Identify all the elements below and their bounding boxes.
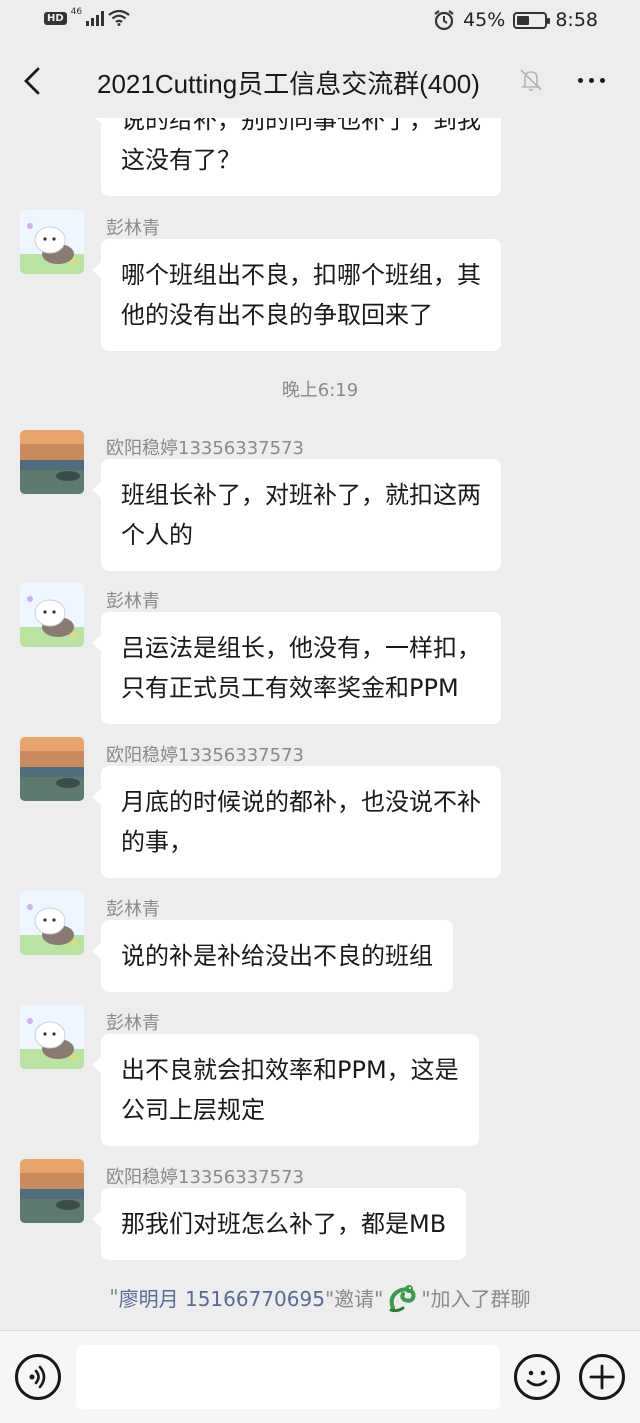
message-line: 哪个班组出不良，扣哪个班组，其: [121, 261, 481, 289]
quote-mark: ": [109, 1285, 119, 1309]
wifi-icon: [108, 10, 130, 26]
more-functions-button[interactable]: [579, 1354, 625, 1400]
emoji-icon: [526, 1370, 548, 1387]
more-options-icon[interactable]: [578, 78, 605, 83]
invite-text: "邀请": [324, 1286, 384, 1311]
signal-icon: [86, 10, 105, 26]
message-line: 说的给补，别的同事也补了，到我: [121, 118, 481, 134]
back-arrow-icon[interactable]: [18, 66, 48, 96]
status-left: HD 46: [44, 7, 130, 26]
message-line: 这没有了？: [121, 146, 241, 174]
mute-bell-icon: [520, 69, 542, 91]
system-message: " 廖明月 15166770695 "邀请" "加入了群聊: [0, 1280, 640, 1314]
cat-avatar[interactable]: [20, 583, 84, 647]
message-bubble[interactable]: 月底的时候说的都补，也没说不补 的事，: [92, 766, 501, 878]
message-line: 只有正式员工有效率奖金和PPM: [121, 674, 459, 702]
timestamp: 晚上6:19: [281, 380, 359, 401]
cat-avatar[interactable]: [20, 210, 84, 274]
message-bubble[interactable]: 班组长补了，对班补了，就扣这两 个人的: [92, 459, 501, 571]
message-line: 的事，: [121, 828, 193, 856]
message-line: 说的补是补给没出不良的班组: [121, 942, 433, 970]
message-list[interactable]: 说的给补，别的同事也补了，到我 这没有了？ 彭林青 哪个班组出不良，扣哪个班组，…: [0, 118, 640, 1330]
sunset-avatar[interactable]: [20, 430, 84, 494]
clock: 8:58: [555, 9, 598, 31]
joined-text: "加入了群聊: [421, 1286, 531, 1311]
message-line: 那我们对班怎么补了，都是MB: [121, 1210, 447, 1238]
voice-input-button[interactable]: [15, 1354, 61, 1400]
chat-title: 2021Cutting员工信息交流群(400): [97, 69, 480, 99]
cat-avatar[interactable]: [20, 891, 84, 955]
message-line: 个人的: [121, 521, 193, 549]
message-line: 班组长补了，对班补了，就扣这两: [121, 481, 481, 509]
message-line: 月底的时候说的都补，也没说不补: [121, 788, 481, 816]
cat-avatar[interactable]: [20, 1005, 84, 1069]
sender-name: 彭林青: [106, 591, 160, 612]
alarm-icon: [434, 10, 454, 31]
message-bubble[interactable]: 吕运法是组长，他没有，一样扣， 只有正式员工有效率奖金和PPM: [92, 612, 501, 724]
sender-name: 彭林青: [106, 899, 160, 920]
plus-icon: [589, 1364, 615, 1390]
sender-name: 彭林青: [106, 1013, 160, 1034]
sender-name: 欧阳稳婷13356337573: [106, 1167, 304, 1188]
emoji-button[interactable]: [514, 1354, 560, 1400]
sunset-avatar[interactable]: [20, 1159, 84, 1223]
battery-icon: [513, 11, 551, 29]
battery-percent: 45%: [463, 9, 506, 31]
voice-icon: [29, 1365, 46, 1389]
sender-name: 彭林青: [106, 218, 160, 239]
input-bar: [0, 1330, 640, 1423]
chat-header: 2021Cutting员工信息交流群(400): [0, 44, 640, 118]
message-line: 吕运法是组长，他没有，一样扣，: [121, 634, 481, 662]
message-bubble[interactable]: 说的给补，别的同事也补了，到我 这没有了？: [92, 118, 501, 196]
hd-indicator: HD: [44, 11, 67, 25]
sender-name: 欧阳稳婷13356337573: [106, 438, 304, 459]
dragon-icon: [389, 1285, 416, 1313]
sender-name: 欧阳稳婷13356337573: [106, 745, 304, 766]
message-input[interactable]: [76, 1345, 500, 1409]
message-line: 他的没有出不良的争取回来了: [121, 301, 433, 329]
status-right: 45% 8:58: [433, 9, 598, 31]
message-line: 公司上层规定: [121, 1096, 265, 1124]
message-bubble[interactable]: 出不良就会扣效率和PPM，这是 公司上层规定: [92, 1034, 479, 1146]
battery-fill: [517, 15, 530, 25]
sunset-avatar[interactable]: [20, 737, 84, 801]
status-bar: HD 46 45% 8:58: [0, 0, 640, 44]
network-type: 46: [70, 7, 83, 17]
inviter-link[interactable]: 廖明月 15166770695: [119, 1283, 325, 1312]
message-bubble[interactable]: 那我们对班怎么补了，都是MB: [91, 1188, 467, 1260]
message-line: 出不良就会扣效率和PPM，这是: [121, 1056, 459, 1084]
message-bubble[interactable]: 说的补是补给没出不良的班组: [92, 920, 453, 992]
message-bubble[interactable]: 哪个班组出不良，扣哪个班组，其 他的没有出不良的争取回来了: [92, 239, 501, 351]
